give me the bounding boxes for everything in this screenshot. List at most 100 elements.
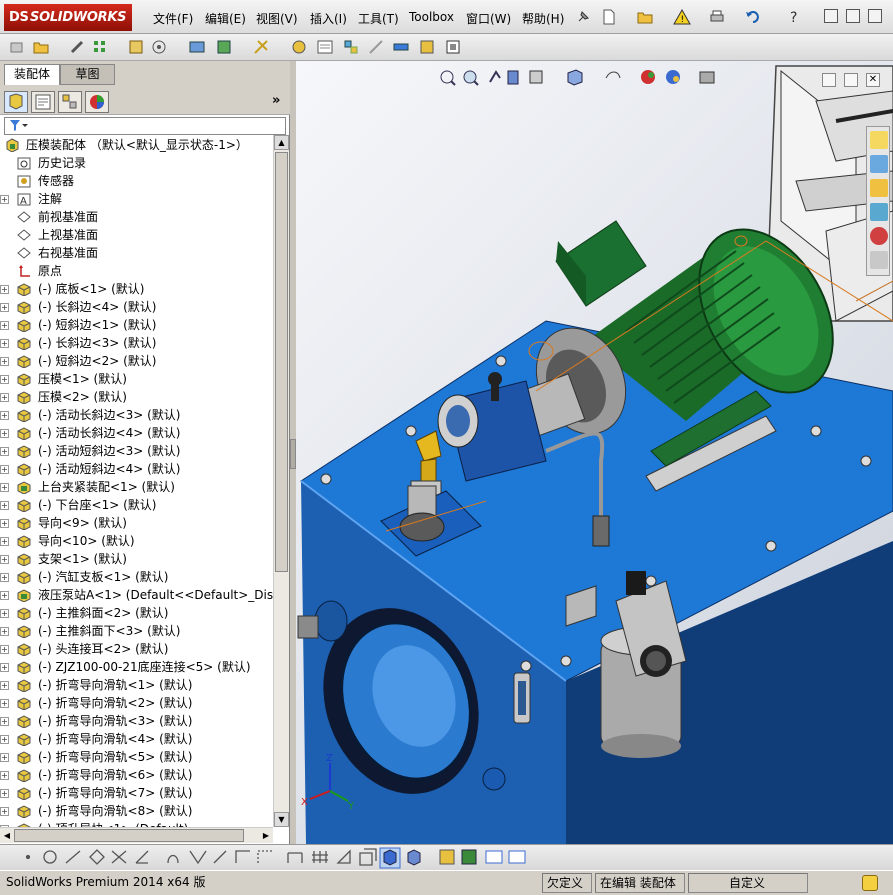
tree-item-34[interactable]: + (-) 折弯导向滑轨<6> (默认) bbox=[0, 766, 273, 784]
undo-icon[interactable] bbox=[744, 8, 762, 26]
expand-toggle[interactable]: + bbox=[0, 375, 9, 384]
tree-item-37[interactable]: +(-) 顶升导块<1> (Default) bbox=[0, 820, 273, 827]
expand-toggle[interactable]: + bbox=[0, 537, 9, 546]
file-explorer-icon[interactable] bbox=[870, 203, 888, 221]
tree-vertical-scrollbar[interactable]: ▲ ▼ bbox=[273, 135, 289, 827]
circle-icon[interactable] bbox=[43, 850, 57, 864]
move-component-icon[interactable] bbox=[150, 38, 168, 56]
tree-item-20[interactable]: + 导向<9> (默认) bbox=[0, 514, 273, 532]
home-icon[interactable] bbox=[870, 131, 888, 149]
menu-insert[interactable]: 插入(I) bbox=[310, 10, 347, 27]
tree-item-31[interactable]: + (-) 折弯导向滑轨<3> (默认) bbox=[0, 712, 273, 730]
tree-item-1[interactable]: 传感器 bbox=[0, 172, 273, 190]
viewport-restore-button[interactable] bbox=[844, 73, 858, 87]
tree-item-16[interactable]: + (-) 活动短斜边<3> (默认) bbox=[0, 442, 273, 460]
section-view-icon[interactable] bbox=[507, 70, 519, 85]
tree-item-23[interactable]: + (-) 汽缸支板<1> (默认) bbox=[0, 568, 273, 586]
tree-item-5[interactable]: 右视基准面 bbox=[0, 244, 273, 262]
expand-toggle[interactable]: + bbox=[0, 483, 9, 492]
zoom-to-area-icon[interactable] bbox=[463, 70, 479, 86]
tree-item-28[interactable]: + (-) ZJZ100-00-21底座连接<5> (默认) bbox=[0, 658, 273, 676]
tree-item-24[interactable]: + 液压泵站A<1> (Default<<Default>_Display bbox=[0, 586, 273, 604]
expand-toggle[interactable]: + bbox=[0, 699, 9, 708]
viewport-minimize-button[interactable] bbox=[822, 73, 836, 87]
resources-icon[interactable] bbox=[870, 155, 888, 173]
trim-icon[interactable] bbox=[111, 850, 127, 864]
close-button[interactable] bbox=[868, 9, 882, 23]
smart-fasteners-icon[interactable] bbox=[127, 38, 145, 56]
bill-of-materials-icon[interactable] bbox=[316, 38, 334, 56]
show-hidden-icon[interactable] bbox=[188, 38, 206, 56]
expand-toggle[interactable]: + bbox=[0, 555, 9, 564]
new-motion-study-icon[interactable] bbox=[290, 38, 308, 56]
expand-toggle[interactable]: + bbox=[0, 735, 9, 744]
instant3d-icon[interactable] bbox=[444, 38, 462, 56]
edit-appearance-icon[interactable] bbox=[641, 70, 655, 84]
restore-button[interactable] bbox=[846, 9, 860, 23]
expand-toggle[interactable]: + bbox=[0, 663, 9, 672]
expand-toggle[interactable]: + bbox=[0, 411, 9, 420]
menu-file[interactable]: 文件(F) bbox=[153, 10, 193, 27]
tree-item-15[interactable]: + (-) 活动长斜边<4> (默认) bbox=[0, 424, 273, 442]
component-icon-bottom[interactable] bbox=[461, 849, 477, 865]
view-orientation-icon[interactable] bbox=[567, 69, 583, 86]
dynamic-annotation-icon[interactable] bbox=[529, 70, 543, 84]
menu-edit[interactable]: 编辑(E) bbox=[205, 10, 246, 27]
tree-item-10[interactable]: + (-) 长斜边<3> (默认) bbox=[0, 334, 273, 352]
3d-sketch-icon[interactable] bbox=[359, 848, 377, 866]
smart-dimension-icon[interactable] bbox=[287, 852, 303, 863]
centerline-icon[interactable] bbox=[257, 850, 272, 863]
solidworks-logo[interactable]: DS SOLIDWORKS bbox=[4, 4, 132, 31]
scroll-thumb-horizontal[interactable] bbox=[14, 829, 244, 842]
menu-toolbox[interactable]: Toolbox bbox=[409, 10, 454, 24]
expand-toggle[interactable]: + bbox=[0, 681, 9, 690]
tree-item-12[interactable]: + 压模<1> (默认) bbox=[0, 370, 273, 388]
expand-toggle[interactable]: + bbox=[0, 393, 9, 402]
expand-toggle[interactable]: + bbox=[0, 357, 9, 366]
scroll-thumb[interactable] bbox=[275, 152, 288, 572]
tree-item-25[interactable]: + (-) 主推斜面<2> (默认) bbox=[0, 604, 273, 622]
insert-component-icon[interactable] bbox=[8, 38, 26, 56]
assembly-features-icon[interactable] bbox=[215, 38, 233, 56]
tree-item-9[interactable]: + (-) 短斜边<1> (默认) bbox=[0, 316, 273, 334]
tree-item-4[interactable]: 上视基准面 bbox=[0, 226, 273, 244]
tree-item-26[interactable]: + (-) 主推斜面下<3> (默认) bbox=[0, 622, 273, 640]
tree-item-14[interactable]: + (-) 活动长斜边<3> (默认) bbox=[0, 406, 273, 424]
construction-line-icon[interactable] bbox=[213, 850, 227, 864]
expand-toggle[interactable]: + bbox=[0, 573, 9, 582]
help-icon[interactable]: ? bbox=[786, 8, 804, 26]
expand-toggle[interactable]: + bbox=[0, 465, 9, 474]
viewport-close-button[interactable]: ✕ bbox=[866, 73, 880, 87]
linear-pattern-icon[interactable] bbox=[92, 38, 110, 56]
scroll-up-button[interactable]: ▲ bbox=[274, 135, 289, 150]
menu-help[interactable]: 帮助(H) bbox=[522, 10, 564, 27]
print-icon[interactable] bbox=[708, 8, 726, 26]
tree-item-35[interactable]: + (-) 折弯导向滑轨<7> (默认) bbox=[0, 784, 273, 802]
tree-item-19[interactable]: + (-) 下台座<1> (默认) bbox=[0, 496, 273, 514]
view-settings-icon[interactable] bbox=[699, 71, 715, 84]
assembly-icon-bottom[interactable] bbox=[439, 849, 455, 865]
expand-toggle[interactable]: + bbox=[0, 609, 9, 618]
expand-toggle[interactable]: + bbox=[0, 447, 9, 456]
expand-toggle[interactable]: + bbox=[0, 429, 9, 438]
exploded-view-icon[interactable] bbox=[342, 38, 360, 56]
feature-manager-tab[interactable] bbox=[4, 91, 28, 113]
expand-toggle[interactable]: + bbox=[0, 285, 9, 294]
line-icon[interactable] bbox=[65, 850, 81, 864]
expand-toggle[interactable]: + bbox=[0, 195, 9, 204]
tree-item-0[interactable]: 历史记录 bbox=[0, 154, 273, 172]
tree-item-18[interactable]: + 上台夹紧装配<1> (默认) bbox=[0, 478, 273, 496]
expand-toggle[interactable]: + bbox=[0, 645, 9, 654]
tree-item-22[interactable]: + 支架<1> (默认) bbox=[0, 550, 273, 568]
display-manager-tab[interactable] bbox=[85, 91, 109, 113]
expand-toggle[interactable]: + bbox=[0, 771, 9, 780]
display-style-icon[interactable] bbox=[605, 71, 621, 79]
status-quick-tips-icon[interactable] bbox=[862, 875, 878, 891]
scroll-right-button[interactable]: ▶ bbox=[259, 828, 273, 843]
tree-item-11[interactable]: + (-) 短斜边<2> (默认) bbox=[0, 352, 273, 370]
apply-scene-icon[interactable] bbox=[666, 70, 680, 84]
tree-horizontal-scrollbar[interactable]: ◀ ▶ bbox=[0, 827, 273, 843]
tree-item-30[interactable]: + (-) 折弯导向滑轨<2> (默认) bbox=[0, 694, 273, 712]
configuration-manager-tab[interactable] bbox=[58, 91, 82, 113]
custom-properties-icon[interactable] bbox=[870, 251, 888, 269]
